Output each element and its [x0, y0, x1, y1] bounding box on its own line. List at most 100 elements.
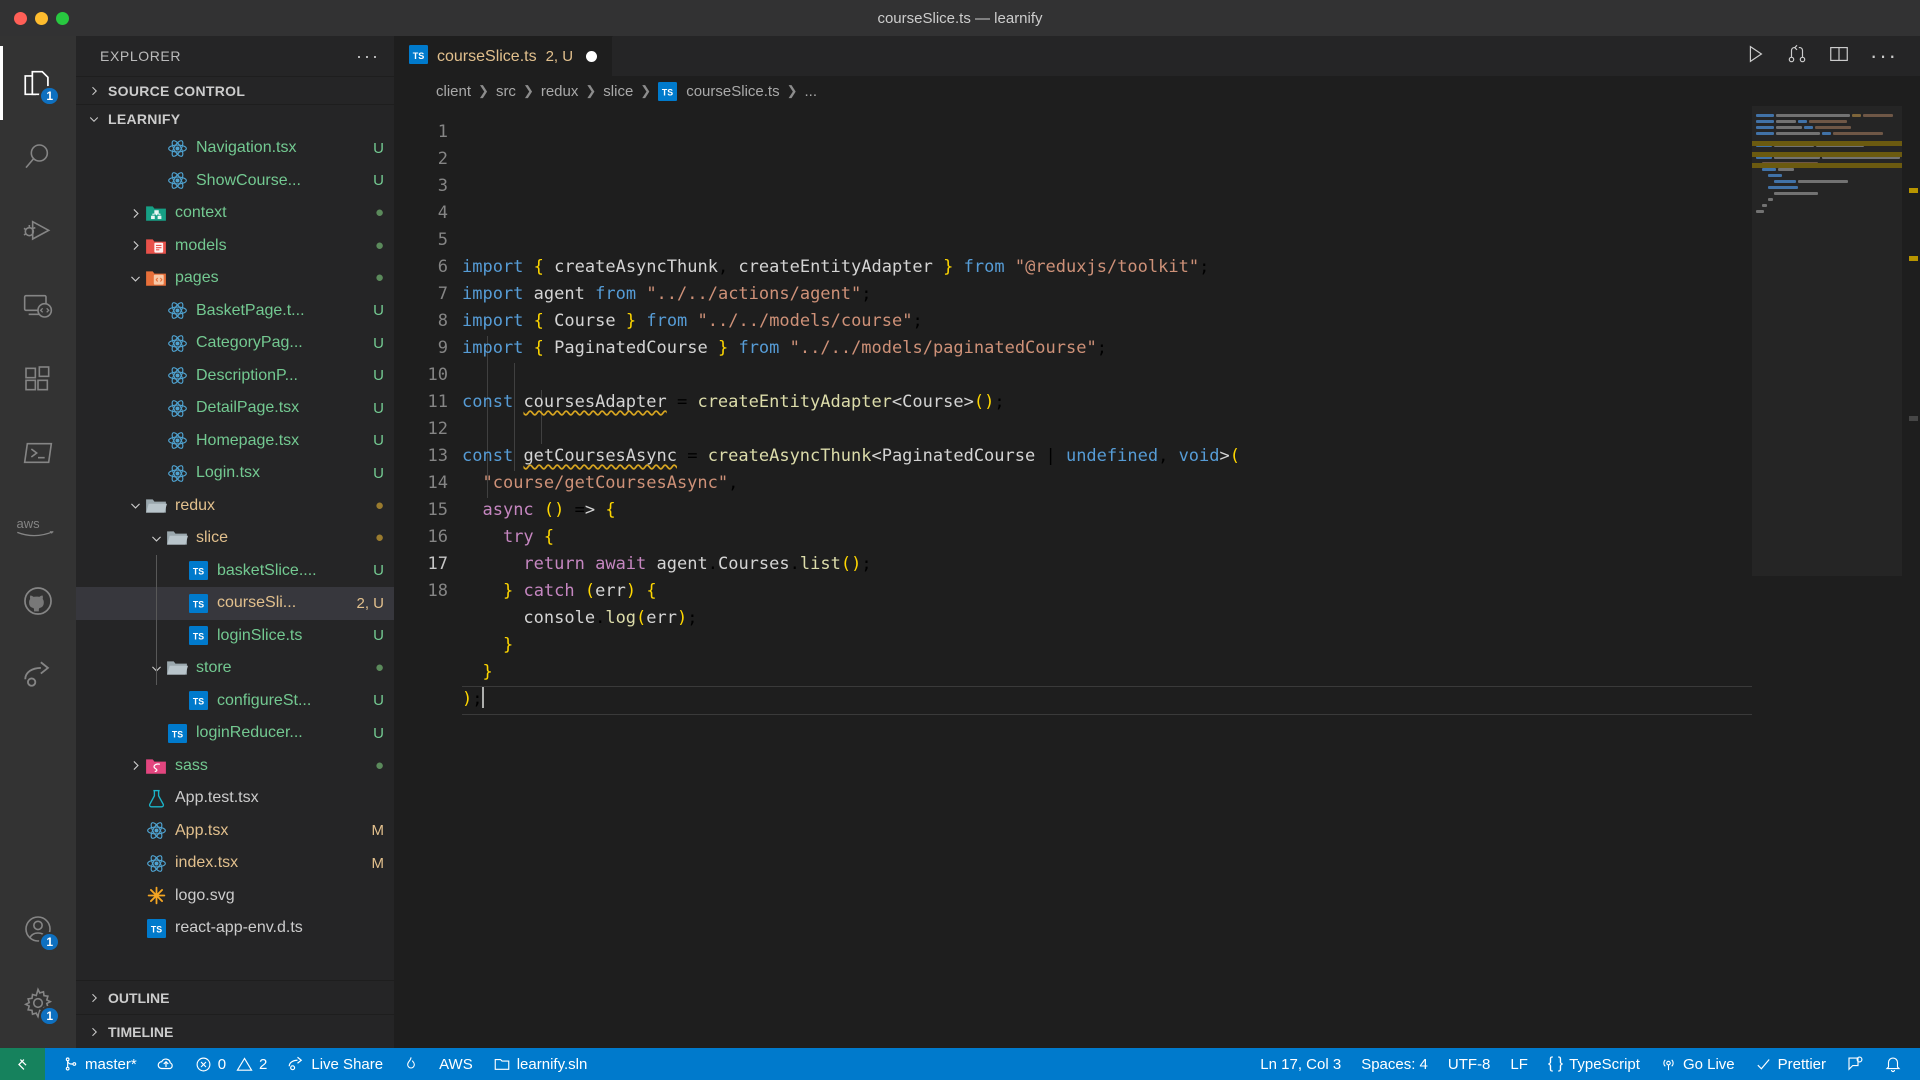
breadcrumb[interactable]: client ❯ src ❯ redux ❯ slice ❯ TS courseSlice.ts…	[394, 76, 1920, 106]
activity-item-settings[interactable]: 1	[0, 966, 76, 1040]
tree-item-pages[interactable]: pages ●	[76, 262, 394, 295]
git-compare-icon[interactable]	[1786, 43, 1808, 70]
chevron-right-icon[interactable]	[126, 239, 144, 252]
minimap-slider[interactable]	[1752, 106, 1902, 576]
code-line[interactable]	[462, 713, 1920, 740]
code-line[interactable]	[462, 362, 1920, 389]
activity-item-explorer[interactable]: 1	[0, 46, 76, 120]
status-go-live[interactable]: Go Live	[1650, 1048, 1745, 1080]
status-live-share[interactable]: Live Share	[277, 1048, 393, 1080]
tree-item-slice[interactable]: slice ●	[76, 522, 394, 555]
code-line[interactable]: return await agent.Courses.list();	[462, 551, 1920, 578]
activity-item-github[interactable]	[0, 564, 76, 638]
activity-item-remote-explorer[interactable]	[0, 268, 76, 342]
tree-item-models[interactable]: models ●	[76, 230, 394, 263]
breadcrumb-item[interactable]: slice	[603, 83, 633, 100]
status-remote-host[interactable]	[0, 1048, 45, 1080]
sidebar-section-source-control[interactable]: SOURCE CONTROL	[76, 76, 394, 104]
tree-item-index-tsx[interactable]: index.tsx M	[76, 847, 394, 880]
activity-item-search[interactable]	[0, 120, 76, 194]
chevron-down-icon[interactable]	[126, 499, 144, 512]
code-line[interactable]: console.log(err);	[462, 605, 1920, 632]
breadcrumb-item[interactable]: client	[436, 83, 471, 100]
overview-ruler[interactable]	[1902, 106, 1920, 1048]
tree-item-context[interactable]: context ●	[76, 197, 394, 230]
split-editor-icon[interactable]	[1828, 43, 1850, 70]
minimize-window-button[interactable]	[35, 11, 48, 25]
chevron-right-icon[interactable]	[126, 759, 144, 772]
tree-item-loginslice-ts[interactable]: TS loginSlice.ts U	[76, 620, 394, 653]
status-solution[interactable]: learnify.sln	[483, 1048, 598, 1080]
chevron-down-icon[interactable]	[126, 272, 144, 285]
activity-item-terminal-powershell[interactable]	[0, 416, 76, 490]
tree-item-showcourse[interactable]: ShowCourse... U	[76, 165, 394, 198]
window-controls[interactable]	[0, 11, 69, 25]
ellipsis-icon[interactable]: ···	[1870, 45, 1898, 67]
code-line[interactable]: async () => {	[462, 497, 1920, 524]
status-language-mode[interactable]: { } TypeScript	[1538, 1048, 1650, 1080]
tree-item-navigation-tsx[interactable]: Navigation.tsx U	[76, 132, 394, 165]
tree-item-loginreducer[interactable]: TS loginReducer... U	[76, 717, 394, 750]
code-line[interactable]: }	[462, 659, 1920, 686]
status-cursor-position[interactable]: Ln 17, Col 3	[1250, 1048, 1351, 1080]
tree-item-logo-svg[interactable]: logo.svg	[76, 880, 394, 913]
activity-item-live-share[interactable]	[0, 638, 76, 712]
breadcrumb-item[interactable]: ...	[804, 83, 817, 100]
tree-item-store[interactable]: store ●	[76, 652, 394, 685]
code-content[interactable]: import { createAsyncThunk, createEntityA…	[462, 106, 1920, 1048]
breadcrumb-item[interactable]: src	[496, 83, 516, 100]
activity-item-accounts[interactable]: 1	[0, 892, 76, 966]
tree-item-basketpage-t[interactable]: BasketPage.t... U	[76, 295, 394, 328]
tree-item-homepage-tsx[interactable]: Homepage.tsx U	[76, 425, 394, 458]
tree-item-categorypag[interactable]: CategoryPag... U	[76, 327, 394, 360]
status-eol[interactable]: LF	[1500, 1048, 1538, 1080]
tree-item-app-test-tsx[interactable]: App.test.tsx	[76, 782, 394, 815]
code-line[interactable]: const getCoursesAsync = createAsyncThunk…	[462, 443, 1920, 470]
status-branch[interactable]: master*	[53, 1048, 147, 1080]
code-line[interactable]: import { PaginatedCourse } from "../../m…	[462, 335, 1920, 362]
code-line[interactable]: const coursesAdapter = createEntityAdapt…	[462, 389, 1920, 416]
status-aws[interactable]: AWS	[429, 1048, 483, 1080]
close-window-button[interactable]	[14, 11, 27, 25]
tree-item-descriptionp[interactable]: DescriptionP... U	[76, 360, 394, 393]
breadcrumb-item[interactable]: redux	[541, 83, 579, 100]
status-problems[interactable]: 0 2	[185, 1048, 278, 1080]
breadcrumb-item[interactable]: courseSlice.ts	[686, 83, 779, 100]
activity-item-aws-toolkit[interactable]: aws	[0, 490, 76, 564]
chevron-down-icon[interactable]	[147, 532, 165, 545]
tree-item-detailpage-tsx[interactable]: DetailPage.tsx U	[76, 392, 394, 425]
status-indentation[interactable]: Spaces: 4	[1351, 1048, 1438, 1080]
sidebar-section-timeline[interactable]: TIMELINE	[76, 1014, 394, 1048]
activity-item-extensions[interactable]	[0, 342, 76, 416]
chevron-right-icon[interactable]	[126, 207, 144, 220]
sidebar-more-actions-button[interactable]: ···	[356, 47, 380, 65]
code-line[interactable]: } catch (err) {	[462, 578, 1920, 605]
code-line[interactable]: "course/getCoursesAsync",	[462, 470, 1920, 497]
sidebar-section-outline[interactable]: OUTLINE	[76, 980, 394, 1014]
code-line[interactable]	[462, 416, 1920, 443]
status-sync-changes[interactable]	[147, 1048, 185, 1080]
tab-courseSlice-ts[interactable]: TS courseSlice.ts 2, U	[394, 36, 614, 76]
tree-item-basketslice[interactable]: TS basketSlice.... U	[76, 555, 394, 588]
status-prettier[interactable]: Prettier	[1745, 1048, 1836, 1080]
code-line[interactable]: );	[462, 686, 1920, 715]
code-editor[interactable]: 1 2 3 4 5 6 7 8 9 10 11 12 13 14 15 16 17 18 import { cre…	[394, 106, 1920, 1048]
tree-item-configurest[interactable]: TS configureSt... U	[76, 685, 394, 718]
code-line[interactable]: import { Course } from "../../models/cou…	[462, 308, 1920, 335]
status-encoding[interactable]: UTF-8	[1438, 1048, 1501, 1080]
tree-item-coursesli[interactable]: TS courseSli... 2, U	[76, 587, 394, 620]
tree-item-redux[interactable]: redux ●	[76, 490, 394, 523]
code-line[interactable]: try {	[462, 524, 1920, 551]
play-icon[interactable]	[1744, 43, 1766, 70]
minimap[interactable]	[1752, 106, 1902, 1048]
file-tree[interactable]: Navigation.tsx U ShowCourse... U context ● …	[76, 132, 394, 980]
tree-item-react-app-env-d-ts[interactable]: TS react-app-env.d.ts	[76, 912, 394, 945]
code-line[interactable]: import { createAsyncThunk, createEntityA…	[462, 254, 1920, 281]
status-notifications[interactable]	[1874, 1048, 1920, 1080]
activity-item-run-and-debug[interactable]	[0, 194, 76, 268]
code-line[interactable]: import agent from "../../actions/agent";	[462, 281, 1920, 308]
maximize-window-button[interactable]	[56, 11, 69, 25]
tree-item-sass[interactable]: sass ●	[76, 750, 394, 783]
code-line[interactable]: }	[462, 632, 1920, 659]
status-flame[interactable]	[393, 1048, 429, 1080]
